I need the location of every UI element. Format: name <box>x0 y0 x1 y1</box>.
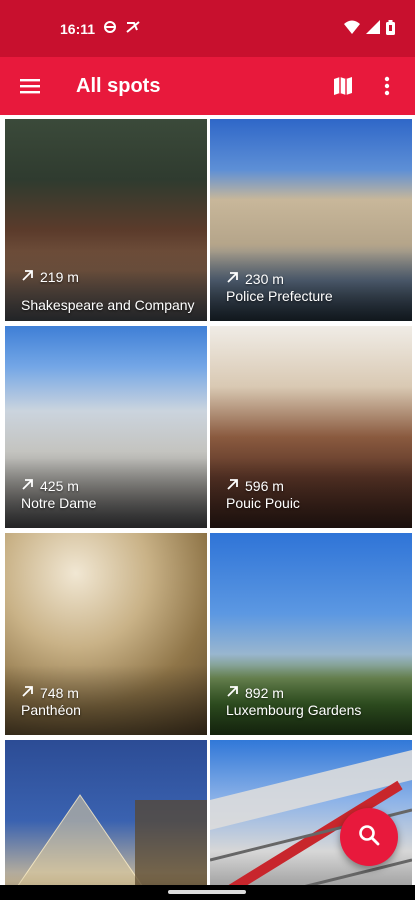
distance-label: 425 m <box>21 478 79 494</box>
search-icon <box>358 824 380 851</box>
spots-grid: 219 m Shakespeare and Company 230 m Poli… <box>0 115 415 885</box>
menu-icon[interactable] <box>0 57 60 115</box>
search-button[interactable] <box>340 808 398 866</box>
arrow-ne-icon <box>21 685 34 701</box>
spot-name: Luxembourg Gardens <box>226 702 362 718</box>
distance-label: 230 m <box>226 271 284 287</box>
arrow-ne-icon <box>226 271 239 287</box>
spot-card[interactable]: 748 m Panthéon <box>5 533 207 735</box>
distance-value: 230 m <box>245 271 284 287</box>
no-call-icon <box>125 20 141 37</box>
distance-value: 219 m <box>40 269 79 285</box>
more-vert-icon[interactable] <box>365 57 409 115</box>
spot-card[interactable]: 892 m Luxembourg Gardens <box>210 533 412 735</box>
distance-value: 892 m <box>245 685 284 701</box>
navigation-bar <box>0 885 415 900</box>
distance-label: 748 m <box>21 685 79 701</box>
distance-value: 596 m <box>245 478 284 494</box>
wifi-icon <box>344 20 360 37</box>
distance-value: 425 m <box>40 478 79 494</box>
spot-name: Shakespeare and Company <box>21 297 195 313</box>
arrow-ne-icon <box>21 478 34 494</box>
status-bar: 16:11 <box>0 0 415 57</box>
map-icon[interactable] <box>321 57 365 115</box>
card-shade <box>5 872 207 885</box>
arrow-ne-icon <box>21 269 34 285</box>
arrow-ne-icon <box>226 685 239 701</box>
distance-label: 596 m <box>226 478 284 494</box>
distance-label: 892 m <box>226 685 284 701</box>
distance-value: 748 m <box>40 685 79 701</box>
page-title: All spots <box>76 74 161 97</box>
spot-name: Notre Dame <box>21 495 97 511</box>
spot-card[interactable] <box>5 740 207 885</box>
arrow-ne-icon <box>226 478 239 494</box>
spot-card[interactable]: 219 m Shakespeare and Company <box>5 119 207 321</box>
status-time: 16:11 <box>60 20 96 37</box>
app-bar: All spots <box>0 57 415 115</box>
home-gesture-handle[interactable] <box>168 890 246 894</box>
louvre-pyramid-shape <box>17 794 207 885</box>
spot-name: Police Prefecture <box>226 288 333 304</box>
spot-card[interactable]: 425 m Notre Dame <box>5 326 207 528</box>
battery-icon <box>386 19 395 38</box>
spot-name: Pouic Pouic <box>226 495 300 511</box>
spot-card[interactable]: 230 m Police Prefecture <box>210 119 412 321</box>
data-saver-icon <box>103 20 117 37</box>
spot-card[interactable]: 596 m Pouic Pouic <box>210 326 412 528</box>
distance-label: 219 m <box>21 269 79 285</box>
signal-icon <box>366 20 380 37</box>
spot-name: Panthéon <box>21 702 81 718</box>
